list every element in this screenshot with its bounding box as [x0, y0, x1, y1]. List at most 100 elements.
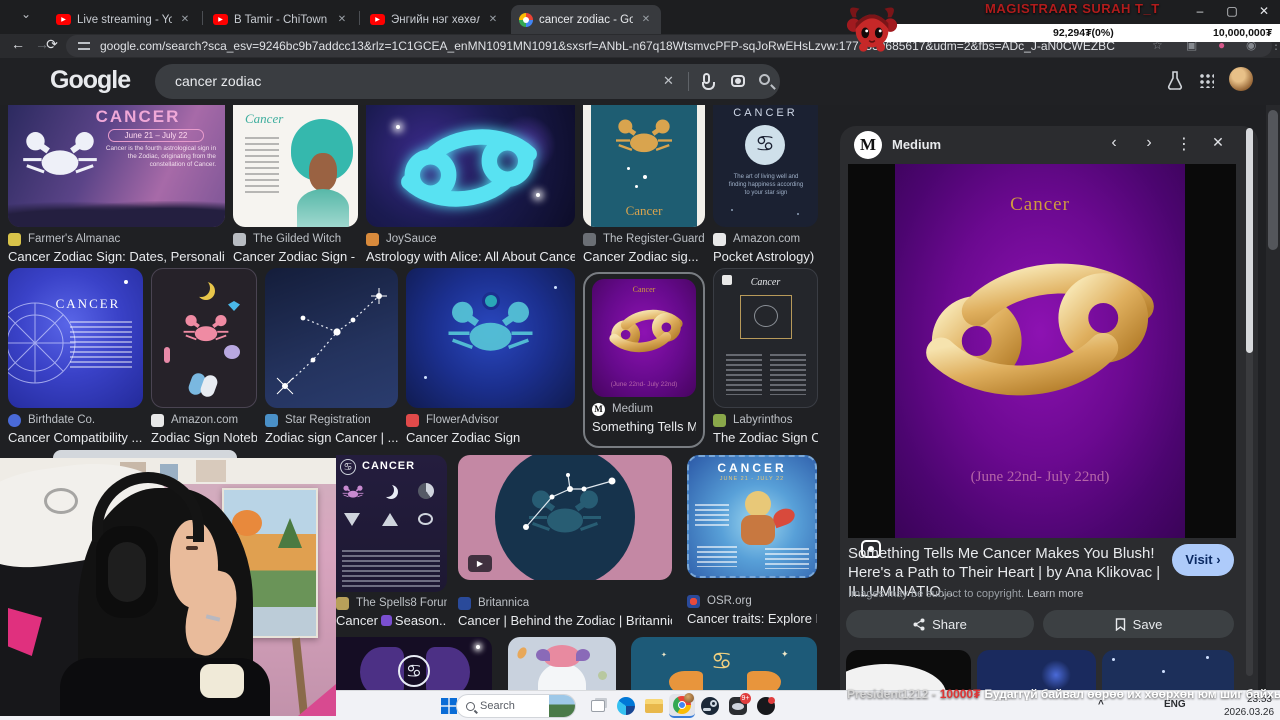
result-title[interactable]: Cancer Zodiac Sign: Dates, Personality .… [8, 249, 225, 264]
related-thumbnail[interactable] [846, 650, 971, 690]
result-thumbnail[interactable]: CANCER JUNE 21 - JULY 22 [687, 455, 817, 578]
previous-image-button[interactable]: ‹ [1102, 134, 1126, 152]
lens-search-icon[interactable] [731, 75, 745, 87]
result-title[interactable]: Astrology with Alice: All About Cancer .… [366, 249, 575, 264]
image-result-card[interactable]: ▶ Britannica Cancer | Behind the Zodiac … [458, 455, 672, 628]
image-result-card[interactable]: ♋ [336, 637, 492, 690]
result-thumbnail[interactable] [508, 637, 616, 690]
result-attribution[interactable]: The Spells8 Forum [336, 596, 447, 610]
result-thumbnail[interactable]: ▶ [458, 455, 672, 580]
taskbar-search-box[interactable]: Search [456, 694, 576, 718]
result-attribution[interactable]: The Gilded Witch [233, 232, 358, 246]
preview-image[interactable]: Cancer (June 22nd- July 22nd) [848, 164, 1236, 558]
result-title[interactable]: Cancer Zodiac sig... [583, 249, 705, 264]
recorder-app-icon[interactable] [753, 694, 779, 718]
result-title[interactable]: Cancer Season... [336, 613, 447, 628]
result-attribution[interactable]: Britannica [458, 596, 672, 610]
result-thumbnail[interactable]: Cancer [583, 105, 705, 227]
account-avatar[interactable] [1229, 67, 1253, 91]
result-attribution[interactable]: Farmer's Almanac [8, 232, 225, 246]
result-title[interactable]: Cancer Zodiac Sign - T... [233, 249, 358, 264]
result-thumbnail[interactable]: ♋ [336, 637, 492, 690]
result-attribution[interactable]: Labyrinthos [713, 413, 818, 427]
tab-engiin[interactable]: ▶ Энгийн нэг хөхөлт биш ??? ✕ [362, 5, 508, 34]
google-logo[interactable]: Google [50, 66, 131, 95]
close-panel-icon[interactable]: ✕ [1206, 134, 1230, 151]
result-thumbnail[interactable]: CANCER [8, 268, 143, 408]
learn-more-link[interactable]: Learn more [1027, 588, 1083, 600]
selected-image-result-card[interactable]: Cancer (June 22nd- July 22nd) M Medium So… [583, 272, 705, 448]
tab-close-icon[interactable]: ✕ [486, 13, 500, 27]
result-attribution[interactable]: OSR.org [687, 594, 817, 608]
reload-button[interactable]: ⟳ [42, 36, 62, 53]
image-result-card[interactable]: CANCER ♋ The art of living well and find… [713, 105, 818, 264]
image-result-card[interactable]: CANCER Birthdate Co. Cancer Compatibilit… [8, 268, 143, 445]
next-image-button[interactable]: › [1137, 134, 1161, 152]
result-title[interactable]: Pocket Astrology) -... [713, 249, 818, 264]
back-button[interactable]: ← [8, 36, 28, 52]
result-attribution[interactable]: Amazon.com [151, 413, 257, 427]
result-thumbnail[interactable] [406, 268, 575, 408]
result-attribution[interactable]: The Register-Guard [583, 232, 705, 246]
visit-button[interactable]: Visit › [1172, 544, 1234, 576]
search-icon[interactable] [759, 74, 770, 85]
task-view-button[interactable] [585, 694, 611, 718]
panel-scrollbar-thumb[interactable] [1246, 128, 1253, 353]
discord-app-icon[interactable]: 9+ [725, 693, 751, 718]
share-button[interactable]: Share [846, 610, 1034, 638]
image-result-card[interactable]: Cancer The Register-Guard Cancer Zodiac … [583, 105, 705, 264]
result-thumbnail[interactable] [265, 268, 398, 408]
image-result-card[interactable]: Cancer Labyrinthos The Zodiac Sign C... [713, 268, 818, 445]
page-scrollbar-thumb[interactable] [1268, 110, 1278, 250]
image-result-card[interactable]: FlowerAdvisor Cancer Zodiac Sign [406, 268, 575, 445]
result-thumbnail[interactable] [151, 268, 257, 408]
related-thumbnail[interactable] [977, 650, 1096, 690]
edge-app-icon[interactable] [613, 694, 639, 718]
result-title[interactable]: Cancer | Behind the Zodiac | Britannica [458, 613, 672, 628]
video-play-badge[interactable]: ▶ [468, 555, 492, 572]
tab-close-icon[interactable]: ✕ [639, 13, 653, 27]
result-attribution[interactable]: Amazon.com [713, 232, 818, 246]
result-thumbnail[interactable]: Cancer [713, 268, 818, 408]
result-title[interactable]: Something Tells M... [592, 419, 696, 434]
result-title[interactable]: Cancer Compatibility ... [8, 430, 143, 445]
save-button[interactable]: Save [1043, 610, 1234, 638]
related-thumbnail[interactable] [1102, 650, 1234, 690]
clear-search-icon[interactable]: ✕ [663, 73, 674, 89]
more-options-icon[interactable]: ⋮ [1172, 134, 1196, 154]
result-thumbnail[interactable]: ♋ ✦ ✦ [631, 637, 817, 690]
tab-live-streaming[interactable]: ▶ Live streaming - YouTube Studi ✕ [48, 5, 200, 34]
tab-close-icon[interactable]: ✕ [178, 13, 192, 27]
result-attribution[interactable]: Star Registration [265, 413, 398, 427]
tab-search-chevron-icon[interactable]: ⌄ [16, 7, 36, 27]
steam-app-icon[interactable] [697, 694, 723, 718]
image-result-card[interactable]: Amazon.com Zodiac Sign Noteb... [151, 268, 257, 445]
result-thumbnail[interactable]: CANCER ♋ The art of living well and find… [713, 105, 818, 227]
tab-close-icon[interactable]: ✕ [335, 13, 349, 27]
file-explorer-icon[interactable] [641, 694, 667, 718]
image-result-card[interactable]: Cancer The Gilded Witch Cancer Zodiac Si… [233, 105, 358, 264]
chrome-app-icon-active[interactable] [669, 693, 695, 718]
result-thumbnail[interactable]: Cancer [233, 105, 358, 227]
result-title[interactable]: Cancer Zodiac Sign [406, 430, 575, 445]
image-result-card[interactable]: ♋ CANCER The Spells8 Forum Cancer Season.… [336, 455, 447, 628]
result-thumbnail[interactable]: ♋ CANCER [336, 455, 447, 592]
result-title[interactable]: Zodiac sign Cancer | ... [265, 430, 398, 445]
site-info-icon[interactable] [78, 42, 90, 50]
image-result-card[interactable]: ♋ ✦ ✦ [631, 637, 817, 690]
result-thumbnail-selected[interactable]: Cancer (June 22nd- July 22nd) [592, 279, 696, 397]
image-result-card[interactable] [508, 637, 616, 690]
tab-cancer-zodiac-active[interactable]: cancer zodiac - Google Search ✕ [511, 5, 661, 34]
result-thumbnail[interactable]: CANCER June 21 – July 22 Cancer is the f… [8, 105, 225, 227]
result-title[interactable]: Cancer traits: Explore F... [687, 611, 817, 626]
image-result-card[interactable]: CANCER JUNE 21 - JULY 22 OSR.org Cancer … [687, 455, 817, 626]
voice-search-icon[interactable] [702, 73, 715, 90]
image-result-card[interactable]: JoySauce Astrology with Alice: All About… [366, 105, 575, 264]
google-apps-icon[interactable] [1198, 72, 1214, 88]
result-title[interactable]: The Zodiac Sign C... [713, 430, 818, 445]
result-attribution[interactable]: Birthdate Co. [8, 413, 143, 427]
labs-flask-icon[interactable] [1166, 70, 1184, 90]
search-box[interactable]: cancer zodiac ✕ [155, 64, 780, 99]
result-attribution[interactable]: FlowerAdvisor [406, 413, 575, 427]
result-thumbnail[interactable] [366, 105, 575, 227]
